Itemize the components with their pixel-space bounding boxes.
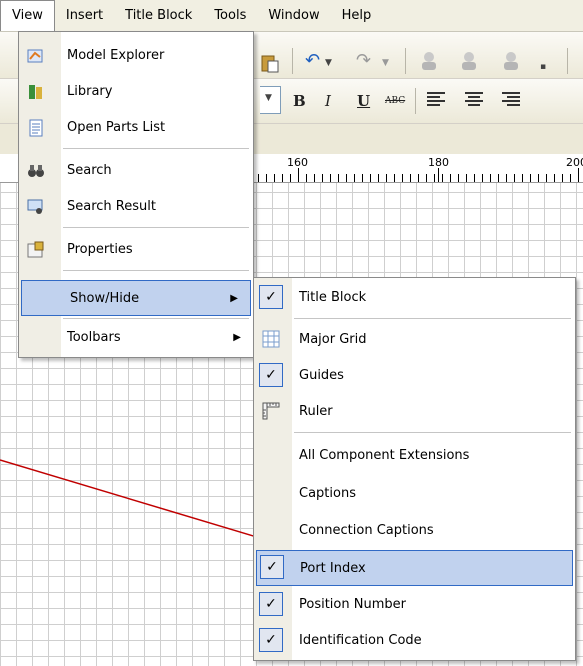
menu-item-search-result[interactable]: Search Result	[19, 189, 253, 225]
menu-item-model-explorer[interactable]: Model Explorer	[19, 38, 253, 74]
ruler-icon	[262, 402, 280, 420]
menu-item-toolbars[interactable]: Toolbars ▶	[19, 320, 253, 356]
checkmark-icon: ✓	[259, 363, 283, 387]
menu-separator	[63, 227, 249, 228]
checkmark-icon: ✓	[259, 285, 283, 309]
menu-item-label: Open Parts List	[67, 120, 166, 135]
menu-separator	[63, 270, 249, 271]
ruler-label: 200	[566, 156, 583, 169]
align-right-icon[interactable]	[502, 92, 520, 108]
menu-item-label: Library	[67, 84, 113, 99]
bold-button[interactable]: B	[293, 92, 306, 110]
align-left-icon[interactable]	[427, 92, 445, 108]
menu-separator	[63, 318, 249, 319]
ruler-ticks	[250, 174, 583, 182]
menu-item-label: Position Number	[299, 597, 406, 612]
menu-item-label: Title Block	[299, 290, 367, 305]
search-result-icon	[27, 199, 43, 214]
submenu-arrow-icon: ▶	[230, 293, 238, 304]
menu-item-label: Major Grid	[299, 332, 367, 347]
ruler-label: 160	[287, 156, 308, 169]
undo-icon[interactable]: ↶	[305, 50, 320, 71]
menu-item-label: Ruler	[299, 404, 333, 419]
menu-item-label: Identification Code	[299, 633, 422, 648]
checkmark-icon: ✓	[260, 555, 284, 579]
menu-separator	[294, 318, 571, 319]
undo-dropdown-icon[interactable]: ▼	[325, 58, 332, 68]
menu-item-label: Toolbars	[67, 330, 121, 345]
paste-icon[interactable]	[260, 53, 280, 73]
ruler-major-tick	[298, 168, 299, 182]
menu-item-label: Properties	[67, 242, 133, 257]
menu-insert[interactable]: Insert	[55, 0, 114, 31]
toolbar-separator	[415, 88, 416, 114]
menu-item-label: Port Index	[300, 561, 366, 576]
properties-icon	[27, 241, 44, 258]
redo-icon[interactable]: ↷	[356, 50, 371, 71]
menu-item-label: Model Explorer	[67, 48, 165, 63]
menu-item-label: Connection Captions	[299, 523, 434, 538]
menu-window[interactable]: Window	[257, 0, 330, 31]
menu-item-ruler[interactable]: Ruler	[254, 394, 575, 430]
toolbar-overflow-icon[interactable]: ▪	[540, 62, 546, 72]
menu-item-library[interactable]: Library	[19, 74, 253, 110]
strikethrough-button[interactable]: ABC	[385, 96, 405, 106]
menu-item-label: Search	[67, 163, 112, 178]
menu-item-position-number[interactable]: ✓ Position Number	[254, 587, 575, 623]
menu-title-block[interactable]: Title Block	[114, 0, 203, 31]
submenu-arrow-icon: ▶	[233, 332, 241, 343]
model-explorer-icon	[27, 49, 43, 63]
toolbar-separator	[567, 48, 568, 74]
ruler-label: 180	[428, 156, 449, 169]
align-center-icon[interactable]	[465, 92, 483, 108]
ruler-major-tick	[578, 168, 579, 182]
menu-item-label: Show/Hide	[70, 291, 140, 306]
menu-item-show-hide[interactable]: Show/Hide ▶	[21, 280, 251, 316]
menu-bar: View Insert Title Block Tools Window Hel…	[0, 0, 583, 32]
grid-icon	[262, 330, 280, 348]
menu-item-label: All Component Extensions	[299, 448, 470, 463]
underline-button[interactable]: U	[357, 92, 370, 110]
menu-item-guides[interactable]: ✓ Guides	[254, 358, 575, 394]
menu-help[interactable]: Help	[331, 0, 383, 31]
menu-item-all-component-extensions[interactable]: All Component Extensions	[254, 438, 575, 474]
people-icon[interactable]	[418, 50, 440, 72]
redo-dropdown-icon[interactable]: ▼	[382, 58, 389, 68]
binoculars-icon	[28, 165, 44, 177]
view-menu: Model Explorer Library Open Parts List S…	[18, 31, 254, 358]
menu-item-captions[interactable]: Captions	[254, 476, 575, 512]
checkmark-icon: ✓	[259, 628, 283, 652]
library-icon	[29, 85, 42, 99]
people-remove-icon[interactable]	[458, 50, 480, 72]
italic-button[interactable]: I	[325, 92, 331, 110]
menu-separator	[63, 148, 249, 149]
menu-view[interactable]: View	[0, 0, 55, 31]
menu-item-label: Guides	[299, 368, 344, 383]
menu-item-port-index[interactable]: ✓ Port Index	[256, 550, 573, 586]
toolbar-separator	[292, 48, 293, 74]
menu-item-connection-captions[interactable]: Connection Captions	[254, 513, 575, 549]
menu-item-open-parts-list[interactable]: Open Parts List	[19, 110, 253, 146]
menu-item-search[interactable]: Search	[19, 153, 253, 189]
menu-item-label: Captions	[299, 486, 356, 501]
menu-item-label: Search Result	[67, 199, 156, 214]
ruler-major-tick	[438, 168, 439, 182]
menu-separator	[294, 432, 571, 433]
parts-list-icon	[29, 119, 43, 137]
menu-item-major-grid[interactable]: Major Grid	[254, 322, 575, 358]
checkmark-icon: ✓	[259, 592, 283, 616]
menu-item-title-block[interactable]: ✓ Title Block	[254, 280, 575, 316]
menu-item-properties[interactable]: Properties	[19, 232, 253, 268]
font-size-combo[interactable]: ▼	[260, 86, 281, 114]
show-hide-submenu: ✓ Title Block Major Grid ✓ Guides Ruler …	[253, 277, 576, 661]
toolbar-separator	[405, 48, 406, 74]
chevron-down-icon: ▼	[265, 93, 272, 103]
menu-tools[interactable]: Tools	[203, 0, 257, 31]
people-settings-icon[interactable]	[500, 50, 522, 72]
menu-item-identification-code[interactable]: ✓ Identification Code	[254, 623, 575, 659]
